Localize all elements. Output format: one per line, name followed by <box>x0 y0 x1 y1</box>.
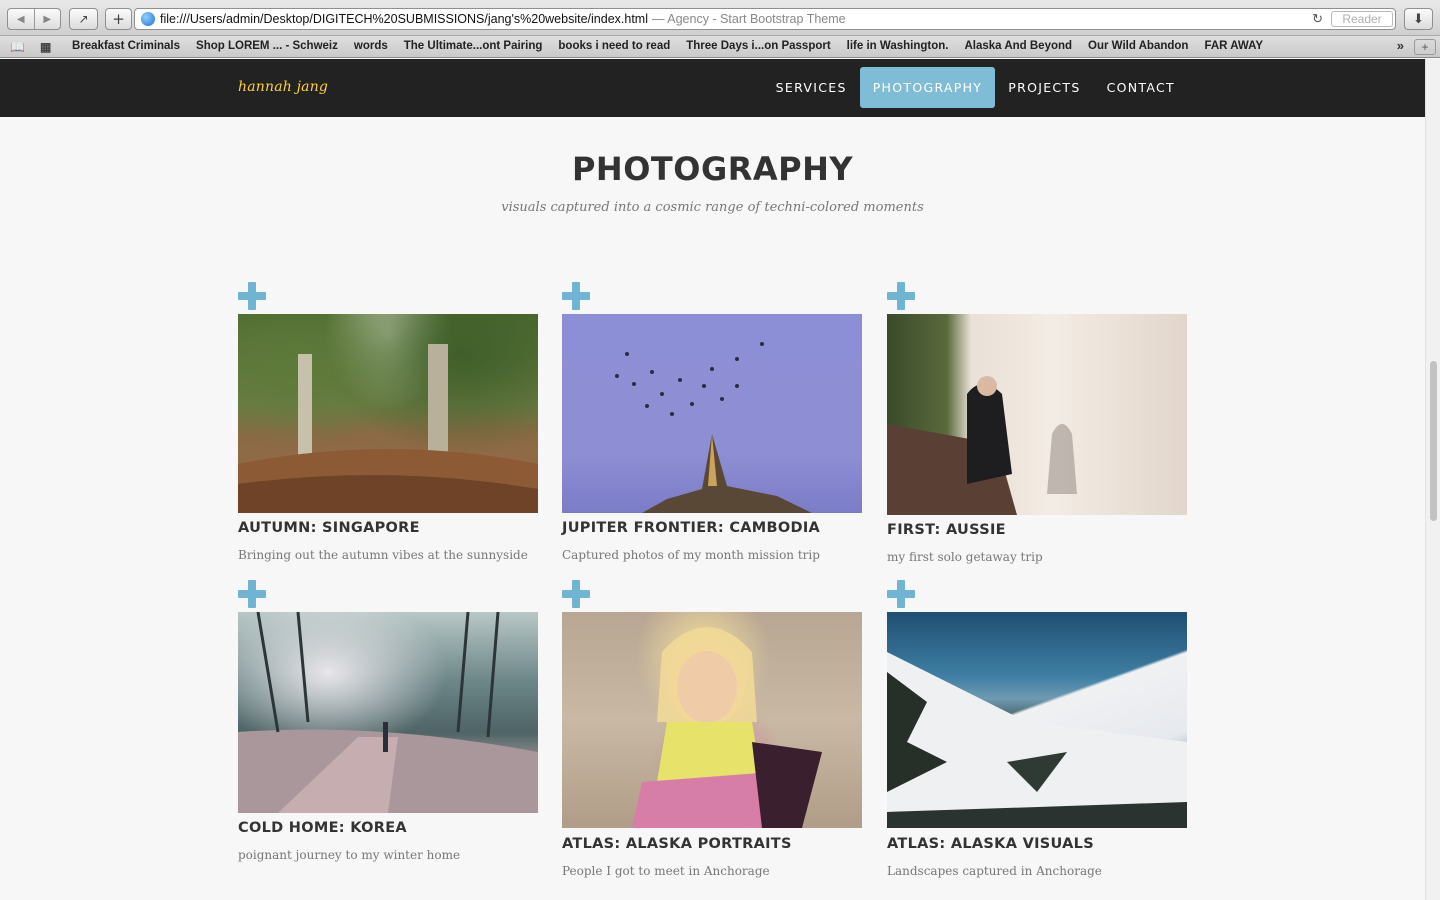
item-title[interactable]: JUPITER FRONTIER: CAMBODIA <box>562 520 820 536</box>
section-heading: PHOTOGRAPHY <box>571 150 854 188</box>
item-description: Bringing out the autumn vibes at the sun… <box>238 548 528 562</box>
plus-icon[interactable] <box>562 282 590 310</box>
nav-link-projects[interactable]: PROJECTS <box>995 67 1093 108</box>
photo-cold-home-korea[interactable] <box>238 612 538 813</box>
nav-link-contact[interactable]: CONTACT <box>1094 67 1188 108</box>
plus-icon[interactable] <box>238 580 266 608</box>
plus-icon[interactable] <box>887 580 915 608</box>
reader-button[interactable]: Reader <box>1331 11 1393 27</box>
new-tab-button[interactable]: + <box>105 8 132 30</box>
item-description: People I got to meet in Anchorage <box>562 864 770 878</box>
page-title-text: — Agency - Start Bootstrap Theme <box>651 12 846 26</box>
photo-first-aussie[interactable] <box>887 314 1187 515</box>
bookmark-item[interactable]: Three Days i...on Passport <box>678 40 838 52</box>
photo-atlas-alaska-portraits[interactable] <box>562 612 862 828</box>
bookmark-item[interactable]: Alaska And Beyond <box>956 40 1080 52</box>
item-description: my first solo getaway trip <box>887 550 1043 564</box>
bookmarks-bar: 📖 ▦ Breakfast Criminals Shop LOREM ... - … <box>0 36 1440 58</box>
back-icon[interactable]: ◀ <box>8 9 35 29</box>
share-button[interactable]: ↗ <box>69 8 98 30</box>
more-bookmarks-icon[interactable]: » <box>1397 38 1404 53</box>
item-title[interactable]: ATLAS: ALASKA VISUALS <box>887 836 1094 852</box>
address-bar[interactable]: file:///Users/admin/Desktop/DIGITECH%20S… <box>134 8 1396 30</box>
plus-icon[interactable] <box>562 580 590 608</box>
brand-logo[interactable]: hannah jang <box>238 79 328 95</box>
bookmark-items: Breakfast Criminals Shop LOREM ... - Schw… <box>64 40 1271 52</box>
bookmark-item[interactable]: FAR AWAY <box>1196 40 1271 52</box>
downloads-button[interactable]: ⬇ <box>1404 8 1433 30</box>
bookmark-item[interactable]: Our Wild Abandon <box>1080 40 1196 52</box>
plus-icon[interactable] <box>887 282 915 310</box>
bookmark-item[interactable]: The Ultimate...ont Pairing <box>396 40 551 52</box>
item-title[interactable]: AUTUMN: SINGAPORE <box>238 520 420 536</box>
photo-jupiter-frontier-cambodia[interactable] <box>562 314 862 513</box>
page-scrollbar[interactable] <box>1425 59 1440 900</box>
section-subheading: visuals captured into a cosmic range of … <box>501 200 924 215</box>
plus-icon[interactable] <box>238 282 266 310</box>
nav-link-photography[interactable]: PHOTOGRAPHY <box>859 67 996 108</box>
add-tab-icon[interactable]: + <box>1414 39 1436 55</box>
scrollbar-thumb[interactable] <box>1430 361 1437 521</box>
bookmark-item[interactable]: books i need to read <box>550 40 678 52</box>
item-title[interactable]: COLD HOME: KOREA <box>238 820 407 836</box>
share-icon: ↗ <box>78 12 89 26</box>
nav-link-services[interactable]: SERVICES <box>763 67 860 108</box>
reading-list-icon[interactable]: 📖 <box>10 40 25 54</box>
back-forward-buttons[interactable]: ◀ ▶ <box>7 8 61 30</box>
bookmark-item[interactable]: life in Washington. <box>839 40 957 52</box>
photo-atlas-alaska-visuals[interactable] <box>887 612 1187 828</box>
bookmark-item[interactable]: words <box>346 40 396 52</box>
globe-icon <box>141 12 155 26</box>
item-title[interactable]: ATLAS: ALASKA PORTRAITS <box>562 836 792 852</box>
site-navbar: hannah jang SERVICES PHOTOGRAPHY PROJECTS C… <box>0 59 1425 117</box>
bookmark-item[interactable]: Breakfast Criminals <box>64 40 188 52</box>
reload-icon[interactable]: ↻ <box>1312 11 1323 27</box>
bookmark-item[interactable]: Shop LOREM ... - Schweiz <box>188 40 346 52</box>
browser-toolbar: ◀ ▶ ↗ + file:///Users/admin/Desktop/DIGI… <box>0 0 1440 36</box>
download-icon: ⬇ <box>1413 11 1424 27</box>
top-sites-icon[interactable]: ▦ <box>40 40 51 54</box>
item-description: Captured photos of my month mission trip <box>562 548 820 562</box>
item-description: poignant journey to my winter home <box>238 848 461 862</box>
url-text: file:///Users/admin/Desktop/DIGITECH%20S… <box>160 12 648 26</box>
item-title[interactable]: FIRST: AUSSIE <box>887 522 1006 538</box>
nav-menu: SERVICES PHOTOGRAPHY PROJECTS CONTACT <box>763 67 1188 108</box>
item-description: Landscapes captured in Anchorage <box>887 864 1102 878</box>
forward-icon[interactable]: ▶ <box>35 9 61 29</box>
photo-autumn-singapore[interactable] <box>238 314 538 513</box>
plus-icon: + <box>112 10 125 28</box>
